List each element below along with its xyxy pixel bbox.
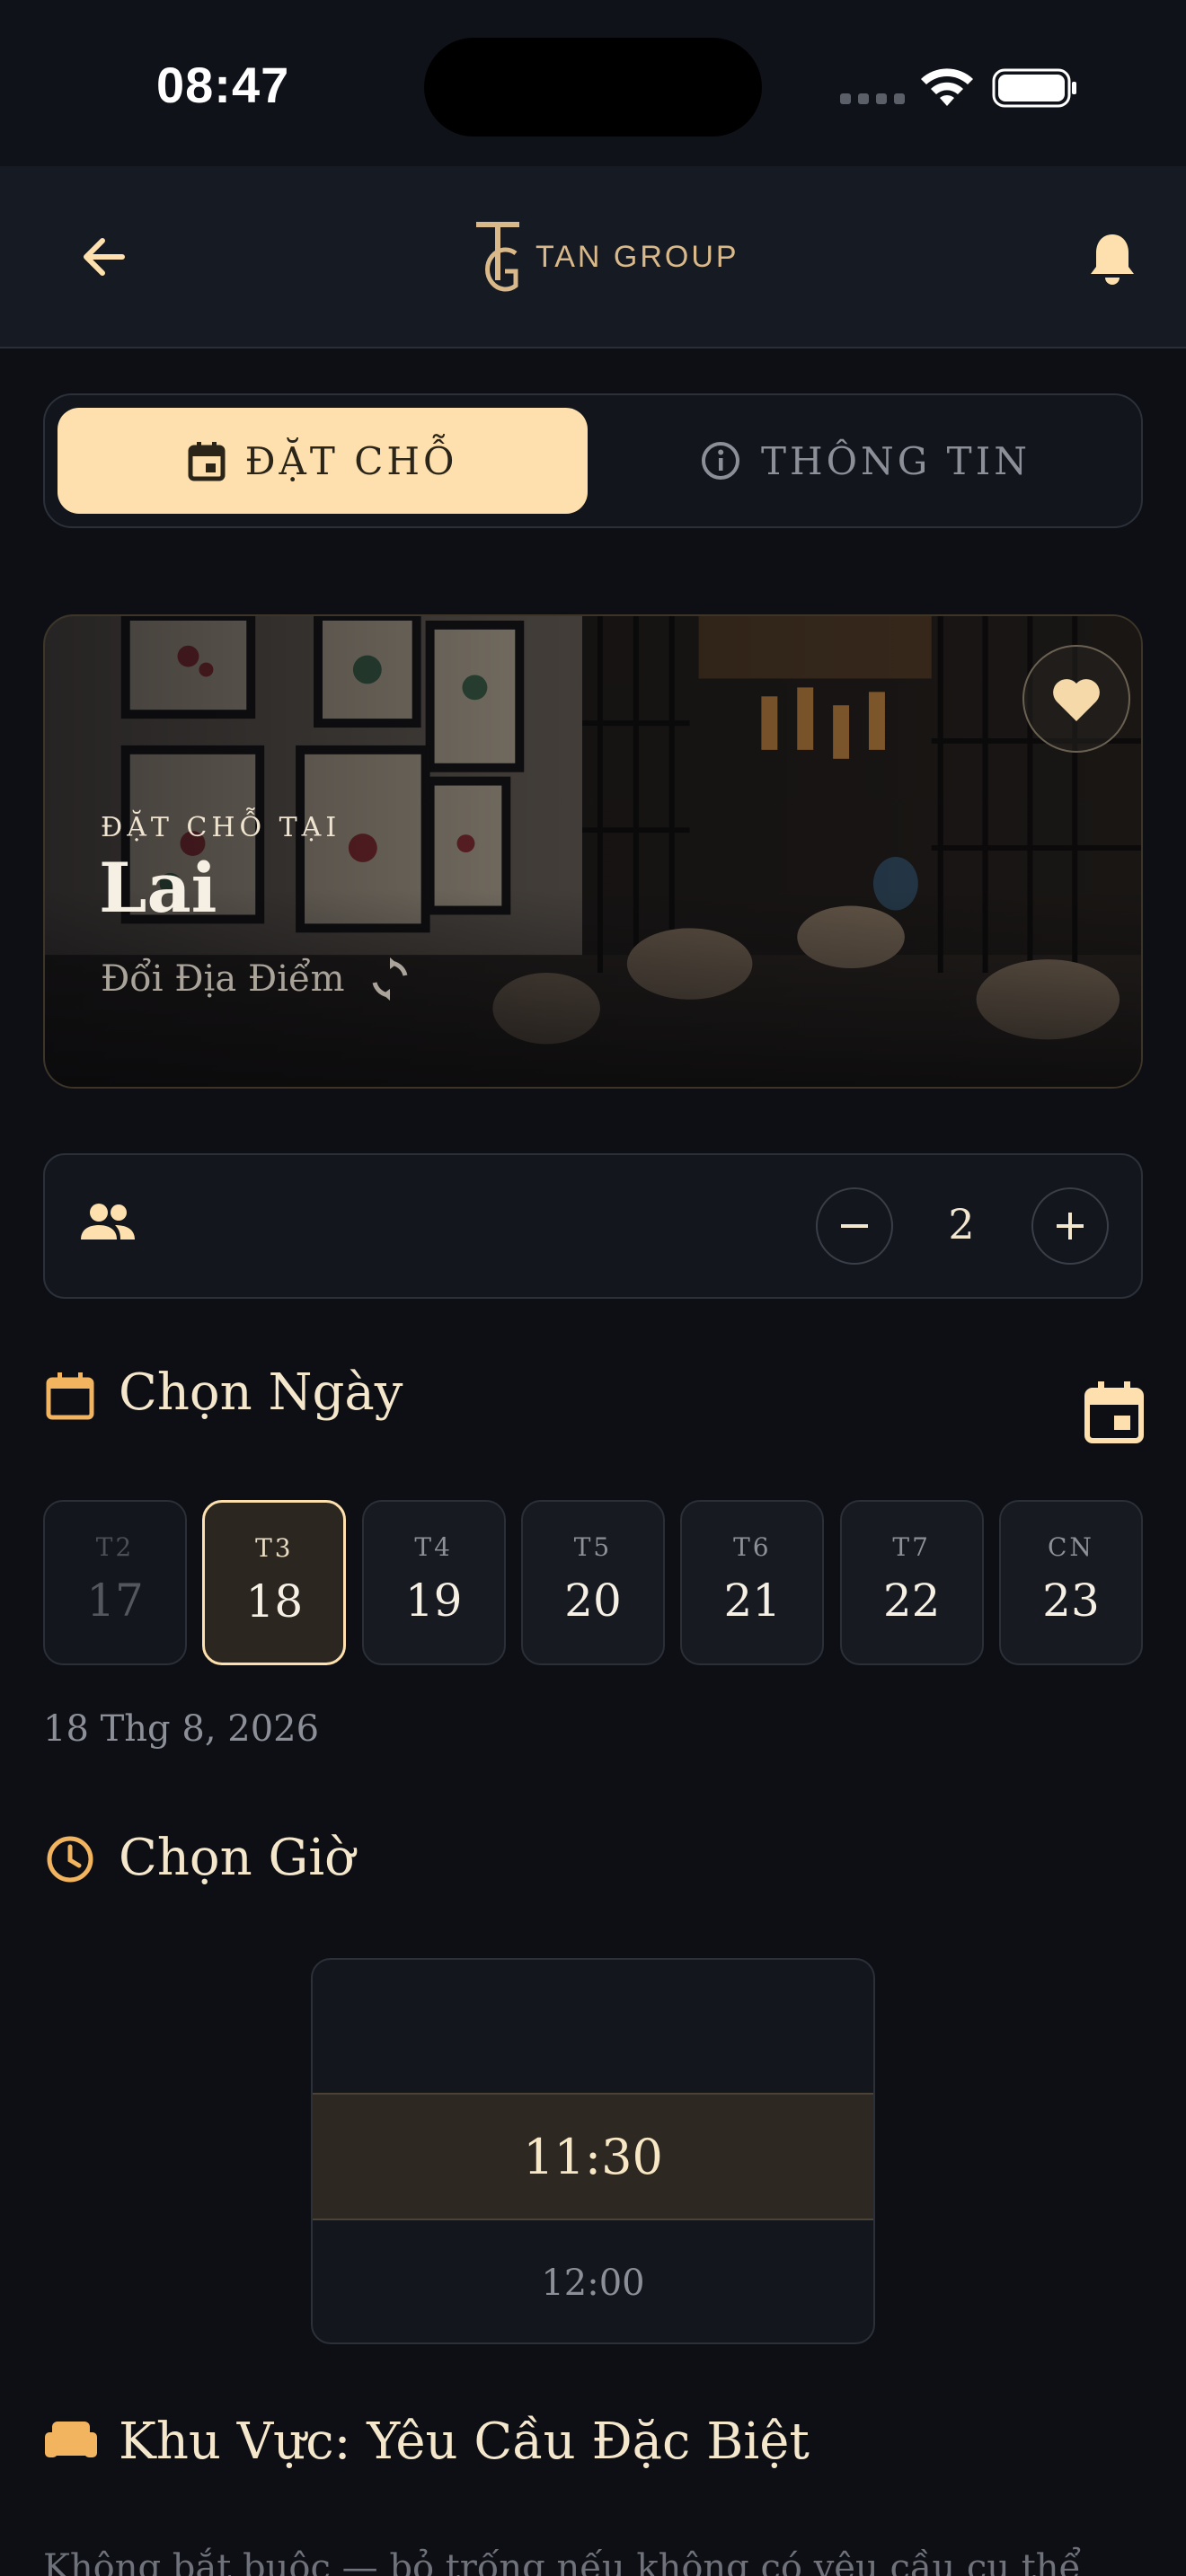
favorite-button[interactable] [1022,645,1130,753]
sofa-icon [45,2422,97,2457]
date-chip-17[interactable]: T2 17 [43,1500,187,1665]
change-venue-button[interactable]: Đổi Địa Điểm [101,957,410,1001]
time-slot-next[interactable]: 12:00 [313,2220,873,2342]
tab-info-label: THÔNG TIN [760,438,1031,483]
guest-count: 2 [948,1200,975,1248]
tab-booking[interactable]: ĐẶT CHỖ [58,408,588,514]
minus-icon [841,1224,868,1228]
date-chip-22[interactable]: T7 22 [839,1500,984,1665]
decrease-guests-button[interactable] [816,1187,893,1265]
date-chip-20[interactable]: T5 20 [520,1500,665,1665]
bell-icon [1091,234,1134,285]
venue-name: Lai [99,848,217,928]
people-icon [81,1204,135,1239]
date-number: 19 [404,1575,463,1627]
date-number: 18 [245,1575,304,1628]
brand-logo: TAN GROUP [473,216,739,298]
date-section-title: Chọn Ngày [119,1363,403,1422]
date-weekday: T3 [255,1533,294,1563]
info-icon [701,442,739,480]
cellular-signal-icon [840,93,905,104]
battery-icon [992,68,1076,108]
wifi-icon [921,68,973,106]
date-number: 23 [1042,1575,1100,1627]
sync-icon [372,957,407,1001]
time-slot-selected[interactable]: 11:30 [313,2093,873,2220]
change-venue-label: Đổi Địa Điểm [101,958,345,1000]
date-chip-21[interactable]: T6 21 [680,1500,825,1665]
date-weekday: T6 [733,1532,772,1562]
booking-tabs: ĐẶT CHỖ THÔNG TIN [43,393,1143,528]
date-number: 17 [86,1575,144,1627]
area-section-title: Khu Vực: Yêu Cầu Đặc Biệt [119,2413,810,2471]
status-time: 08:47 [156,57,290,113]
dynamic-island [424,38,762,137]
date-chip-19[interactable]: T4 19 [361,1500,506,1665]
time-picker[interactable]: 11:30 12:00 [311,1958,875,2344]
date-chip-23[interactable]: CN 23 [998,1500,1143,1665]
brand-name: TAN GROUP [535,239,739,274]
date-weekday: T7 [892,1532,931,1562]
clock-icon [47,1836,93,1883]
date-weekday: T2 [95,1532,135,1562]
date-weekday: T5 [573,1532,613,1562]
calendar-icon [188,442,226,481]
area-section-note: Không bắt buộc — bỏ trống nếu không có y… [43,2547,1082,2576]
date-number: 20 [564,1575,622,1627]
date-weekday: CN [1048,1532,1094,1562]
time-section-title: Chọn Giờ [119,1829,355,1887]
increase-guests-button[interactable] [1031,1187,1109,1265]
date-number: 21 [723,1575,782,1627]
plus-icon [1057,1213,1084,1239]
arrow-left-icon [84,238,125,276]
time-slot-empty [313,1960,873,2093]
tan-group-monogram-icon [476,222,519,292]
calendar-outline-icon [46,1372,94,1420]
selected-date-caption: 18 Thg 8, 2026 [43,1708,320,1750]
date-number: 22 [882,1575,941,1627]
tab-info[interactable]: THÔNG TIN [600,408,1130,514]
notifications-button[interactable] [1078,225,1146,293]
heart-icon [1053,679,1100,721]
tab-booking-label: ĐẶT CHỖ [244,438,458,483]
date-weekday: T4 [414,1532,453,1562]
open-calendar-button[interactable] [1084,1380,1145,1444]
date-strip: T2 17 T3 18 T4 19 T5 20 T6 21 T7 22 CN 2… [43,1500,1143,1665]
date-chip-18[interactable]: T3 18 [202,1500,347,1665]
venue-eyebrow: ĐẶT CHỖ TẠI [101,812,341,843]
back-button[interactable] [72,225,137,289]
venue-card[interactable]: ĐẶT CHỖ TẠI Lai Đổi Địa Điểm [43,614,1143,1089]
